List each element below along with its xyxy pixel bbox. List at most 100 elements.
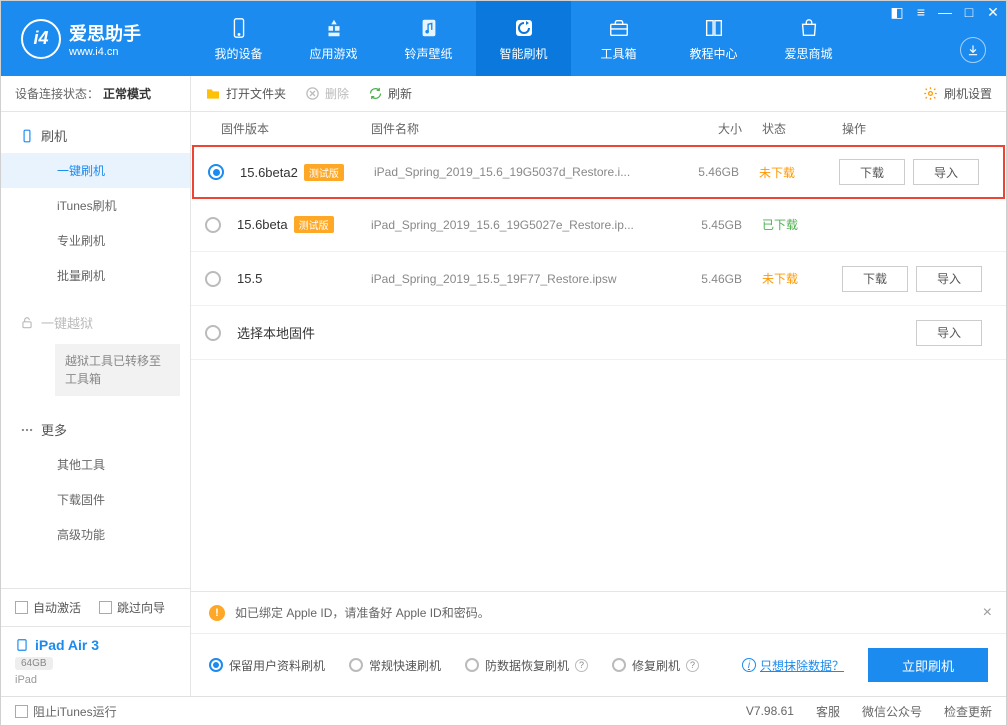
radio-icon xyxy=(209,658,223,672)
tab-store[interactable]: 爱思商城 xyxy=(761,1,856,76)
toolbox-icon xyxy=(607,16,631,40)
sidebar-section-jailbreak: 一键越狱 xyxy=(1,305,190,340)
tab-tutorials[interactable]: 教程中心 xyxy=(666,1,761,76)
firmware-row[interactable]: 15.6beta2 测试版 iPad_Spring_2019_15.6_19G5… xyxy=(192,145,1005,199)
firmware-row[interactable]: 15.6beta 测试版 iPad_Spring_2019_15.6_19G50… xyxy=(191,198,1006,252)
connection-status: 设备连接状态： 正常模式 xyxy=(1,76,190,112)
beta-badge: 测试版 xyxy=(304,164,344,181)
minimize-icon[interactable]: — xyxy=(938,5,952,19)
flash-settings-button[interactable]: 刷机设置 xyxy=(923,85,992,102)
firmware-radio[interactable] xyxy=(205,217,221,233)
tab-flash[interactable]: 智能刷机 xyxy=(476,1,571,76)
bottom-panel: ! 如已绑定 Apple ID，请准备好 Apple ID和密码。 × 保留用户… xyxy=(191,591,1006,696)
firmware-version: 15.6beta xyxy=(237,217,288,232)
option-anti-recovery[interactable]: 防数据恢复刷机 ? xyxy=(465,657,588,674)
close-icon[interactable]: ✕ xyxy=(986,5,1000,19)
lock-icon xyxy=(19,315,35,331)
option-normal[interactable]: 常规快速刷机 xyxy=(349,657,441,674)
tablet-icon xyxy=(15,638,29,652)
firmware-version: 15.6beta2 xyxy=(240,165,298,180)
table-header: 固件版本 固件名称 大小 状态 操作 xyxy=(191,112,1006,146)
close-warning-button[interactable]: × xyxy=(983,604,992,622)
sidebar-item-othertools[interactable]: 其他工具 xyxy=(1,447,190,482)
wechat-link[interactable]: 微信公众号 xyxy=(862,703,922,720)
logo-icon: i4 xyxy=(21,19,61,59)
gear-icon xyxy=(923,86,939,102)
firmware-radio[interactable] xyxy=(208,164,224,180)
help-icon[interactable]: ? xyxy=(686,659,699,672)
tab-apps[interactable]: 应用游戏 xyxy=(286,1,381,76)
skip-guide-checkbox[interactable] xyxy=(99,601,112,614)
download-button[interactable]: 下载 xyxy=(842,266,908,292)
sidebar-item-pro[interactable]: 专业刷机 xyxy=(1,223,190,258)
app-subtitle: www.i4.cn xyxy=(69,46,141,58)
support-link[interactable]: 客服 xyxy=(816,703,840,720)
col-action: 操作 xyxy=(822,120,992,137)
tab-toolbox[interactable]: 工具箱 xyxy=(571,1,666,76)
radio-icon xyxy=(612,658,626,672)
more-icon xyxy=(19,422,35,438)
check-update-link[interactable]: 检查更新 xyxy=(944,703,992,720)
flash-now-button[interactable]: 立即刷机 xyxy=(868,648,988,682)
radio-icon xyxy=(349,658,363,672)
auto-activate-checkbox[interactable] xyxy=(15,601,28,614)
skip-guide-label: 跳过向导 xyxy=(117,599,165,616)
firmware-radio[interactable] xyxy=(205,271,221,287)
window-controls: ◧ ≡ — □ ✕ xyxy=(890,5,1000,19)
col-size: 大小 xyxy=(662,120,742,137)
block-itunes-checkbox[interactable] xyxy=(15,705,28,718)
logo-area: i4 爱思助手 www.i4.cn xyxy=(1,19,191,59)
warning-icon: ! xyxy=(209,605,225,621)
option-keep-data[interactable]: 保留用户资料刷机 xyxy=(209,657,325,674)
maximize-icon[interactable]: □ xyxy=(962,5,976,19)
footer: 阻止iTunes运行 V7.98.61 客服 微信公众号 检查更新 xyxy=(1,696,1006,725)
import-button[interactable]: 导入 xyxy=(913,159,979,185)
sidebar-item-advanced[interactable]: 高级功能 xyxy=(1,517,190,552)
firmware-row[interactable]: 15.5 iPad_Spring_2019_15.5_19F77_Restore… xyxy=(191,252,1006,306)
firmware-version: 15.5 xyxy=(237,271,262,286)
sidebar-section-more: 更多 xyxy=(1,412,190,447)
nav-tabs: 我的设备 应用游戏 铃声壁纸 智能刷机 工具箱 教程中心 爱思商城 xyxy=(191,1,856,76)
block-itunes-label: 阻止iTunes运行 xyxy=(33,703,117,720)
firmware-size: 5.46GB xyxy=(662,272,742,286)
info-icon: i xyxy=(742,658,756,672)
delete-button[interactable]: 删除 xyxy=(304,85,349,102)
device-name: iPad Air 3 xyxy=(15,637,176,653)
download-button[interactable]: 下载 xyxy=(839,159,905,185)
firmware-radio[interactable] xyxy=(205,325,221,341)
downloads-button[interactable] xyxy=(960,37,986,63)
sidebar-item-oneclick[interactable]: 一键刷机 xyxy=(1,153,190,188)
tab-ringtones[interactable]: 铃声壁纸 xyxy=(381,1,476,76)
erase-data-link[interactable]: i 只想抹除数据？ xyxy=(742,657,844,674)
sidebar-item-batch[interactable]: 批量刷机 xyxy=(1,258,190,293)
refresh-icon xyxy=(367,86,383,102)
menu-icon[interactable]: ≡ xyxy=(914,5,928,19)
toolbar: 打开文件夹 删除 刷新 刷机设置 xyxy=(191,76,1006,112)
apps-icon xyxy=(322,16,346,40)
version-label: V7.98.61 xyxy=(746,704,794,718)
music-icon xyxy=(417,16,441,40)
local-firmware-row[interactable]: 选择本地固件 导入 xyxy=(191,306,1006,360)
firmware-name: iPad_Spring_2019_15.6_19G5027e_Restore.i… xyxy=(371,218,662,232)
help-icon[interactable]: ? xyxy=(575,659,588,672)
beta-badge: 测试版 xyxy=(294,216,334,233)
jailbreak-note: 越狱工具已转移至工具箱 xyxy=(55,344,180,396)
tab-my-device[interactable]: 我的设备 xyxy=(191,1,286,76)
import-button[interactable]: 导入 xyxy=(916,266,982,292)
firmware-status: 未下载 xyxy=(742,270,822,287)
option-repair[interactable]: 修复刷机 ? xyxy=(612,657,699,674)
local-firmware-label: 选择本地固件 xyxy=(237,323,315,342)
sidebar-item-itunes[interactable]: iTunes刷机 xyxy=(1,188,190,223)
warning-bar: ! 如已绑定 Apple ID，请准备好 Apple ID和密码。 × xyxy=(191,592,1006,634)
refresh-button[interactable]: 刷新 xyxy=(367,85,412,102)
col-version: 固件版本 xyxy=(221,120,371,137)
import-button[interactable]: 导入 xyxy=(916,320,982,346)
auto-activate-label: 自动激活 xyxy=(33,599,81,616)
sidebar-item-downloadfw[interactable]: 下载固件 xyxy=(1,482,190,517)
device-storage: 64GB xyxy=(15,657,53,670)
open-folder-button[interactable]: 打开文件夹 xyxy=(205,85,286,102)
sidebar-section-flash: 刷机 xyxy=(1,118,190,153)
phone-icon xyxy=(227,16,251,40)
folder-icon xyxy=(205,86,221,102)
skin-icon[interactable]: ◧ xyxy=(890,5,904,19)
